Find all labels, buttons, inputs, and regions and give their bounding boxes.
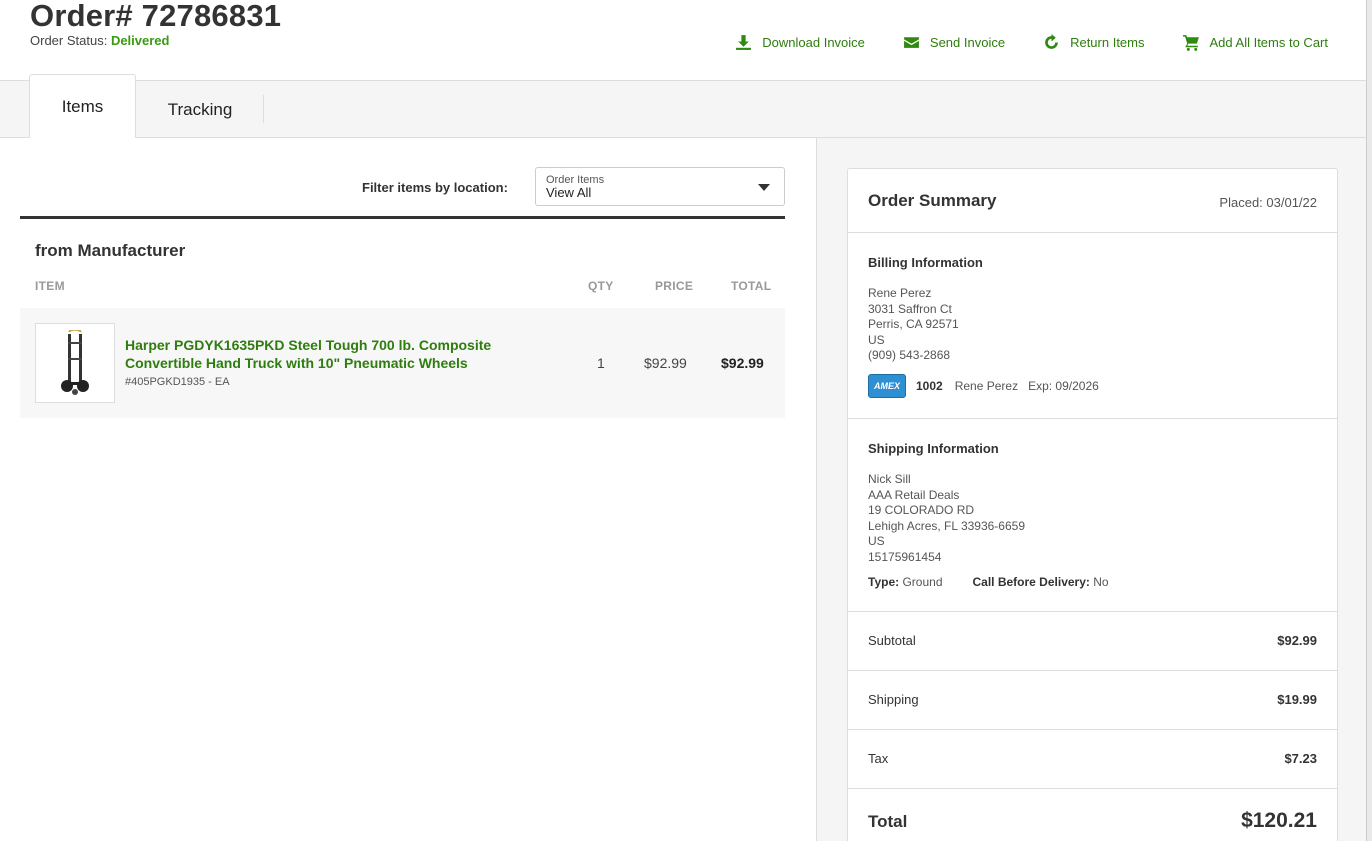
grand-total-row: Total $120.21	[848, 789, 1337, 841]
shipping-cost-value: $19.99	[1277, 692, 1317, 707]
product-image[interactable]	[35, 323, 115, 403]
card-last4: 1002	[916, 379, 943, 393]
billing-address: Rene Perez 3031 Saffron Ct Perris, CA 92…	[868, 286, 959, 364]
shipping-type-label: Type:	[868, 575, 900, 589]
column-header-qty: QTY	[588, 279, 614, 293]
shipping-cost-label: Shipping	[868, 692, 919, 707]
item-price: $92.99	[644, 355, 687, 371]
tab-items[interactable]: Items	[29, 74, 136, 138]
column-header-price: PRICE	[655, 279, 694, 293]
cart-icon	[1182, 35, 1199, 51]
return-items-button[interactable]: Return Items	[1043, 34, 1145, 51]
tab-bar: Items Tracking	[0, 74, 1366, 138]
billing-phone: (909) 543-2868	[868, 348, 951, 362]
call-before-value: No	[1093, 575, 1109, 589]
item-total: $92.99	[721, 355, 764, 371]
items-panel: Filter items by location: Order Items Vi…	[0, 138, 816, 841]
order-status-label: Order Status:	[30, 33, 108, 48]
subtotal-value: $92.99	[1277, 633, 1317, 648]
shipping-phone: 15175961454	[868, 549, 942, 564]
subtotal-row: Subtotal $92.99	[848, 612, 1337, 671]
download-invoice-button[interactable]: Download Invoice	[735, 34, 865, 51]
scrollbar[interactable]	[1366, 0, 1372, 841]
add-all-to-cart-button[interactable]: Add All Items to Cart	[1182, 34, 1329, 51]
column-header-item: ITEM	[35, 279, 65, 293]
shipping-city: Lehigh Acres, FL 33936-6659	[868, 518, 1026, 533]
section-title: from Manufacturer	[35, 241, 186, 260]
order-status-value: Delivered	[110, 33, 170, 48]
summary-panel: Order Summary Placed: 03/01/22 Billing I…	[816, 138, 1366, 841]
filter-label: Filter items by location:	[362, 180, 508, 195]
shipping-cost-row: Shipping $19.99	[848, 671, 1337, 730]
product-sku: #405PGKD1935 - EA	[125, 376, 230, 388]
billing-country: US	[868, 332, 885, 347]
send-invoice-label: Send Invoice	[929, 35, 1006, 50]
billing-city: Perris, CA 92571	[868, 317, 959, 331]
shipping-name: Nick Sill	[868, 472, 911, 486]
shipping-meta: Type: Ground Call Before Delivery: No	[868, 575, 1109, 589]
total-value: $120.21	[1241, 809, 1317, 832]
download-icon	[736, 35, 752, 50]
total-label: Total	[868, 812, 908, 831]
order-title: Order# 72786831	[30, 0, 282, 33]
order-actions: Download Invoice Send Invoice Return Ite…	[697, 34, 1328, 51]
add-all-to-cart-label: Add All Items to Cart	[1209, 35, 1329, 50]
call-before-label: Call Before Delivery:	[972, 575, 1090, 589]
tax-label: Tax	[868, 751, 889, 766]
download-invoice-label: Download Invoice	[762, 35, 865, 50]
chevron-down-icon	[758, 184, 770, 191]
column-header-total: TOTAL	[731, 279, 772, 293]
filter-select-value: View All	[546, 185, 592, 200]
shipping-street: 19 COLORADO RD	[868, 503, 975, 517]
send-invoice-button[interactable]: Send Invoice	[903, 34, 1005, 51]
billing-title: Billing Information	[868, 255, 983, 270]
refresh-icon	[1045, 34, 1058, 49]
envelope-icon	[903, 37, 919, 48]
subtotal-label: Subtotal	[868, 633, 916, 648]
placed-date: Placed: 03/01/22	[1219, 195, 1317, 210]
summary-header: Order Summary Placed: 03/01/22	[848, 169, 1337, 233]
tax-row: Tax $7.23	[848, 730, 1337, 789]
item-qty: 1	[597, 355, 605, 371]
shipping-title: Shipping Information	[868, 441, 999, 456]
billing-section: Billing Information Rene Perez 3031 Saff…	[848, 233, 1337, 419]
order-header: Order# 72786831 Order Status: Delivered …	[0, 0, 1366, 81]
location-filter-select[interactable]: Order Items View All	[535, 167, 785, 206]
billing-street: 3031 Saffron Ct	[868, 301, 952, 316]
card-holder: Rene Perez	[954, 379, 1019, 393]
table-row: Harper PGDYK1635PKD Steel Tough 700 lb. …	[20, 308, 785, 418]
shipping-company: AAA Retail Deals	[868, 487, 960, 502]
hand-truck-icon	[61, 330, 89, 395]
payment-card: AMEX 1002 Rene Perez Exp: 09/2026	[868, 374, 1099, 398]
amex-card-icon: AMEX	[868, 374, 906, 398]
tab-tracking[interactable]: Tracking	[136, 81, 264, 138]
order-summary-card: Order Summary Placed: 03/01/22 Billing I…	[847, 168, 1338, 841]
shipping-country: US	[868, 534, 885, 548]
shipping-section: Shipping Information Nick Sill AAA Retai…	[848, 419, 1337, 612]
shipping-address: Nick Sill AAA Retail Deals 19 COLORADO R…	[868, 472, 1025, 565]
section-divider	[20, 216, 785, 219]
billing-name: Rene Perez	[868, 286, 932, 300]
order-status: Order Status: Delivered	[30, 33, 169, 48]
product-name-link[interactable]: Harper PGDYK1635PKD Steel Tough 700 lb. …	[125, 336, 545, 372]
summary-title: Order Summary	[868, 191, 997, 210]
return-items-label: Return Items	[1070, 35, 1145, 50]
shipping-type-value: Ground	[902, 575, 943, 589]
tax-value: $7.23	[1284, 751, 1317, 766]
card-expiry: Exp: 09/2026	[1028, 379, 1099, 393]
